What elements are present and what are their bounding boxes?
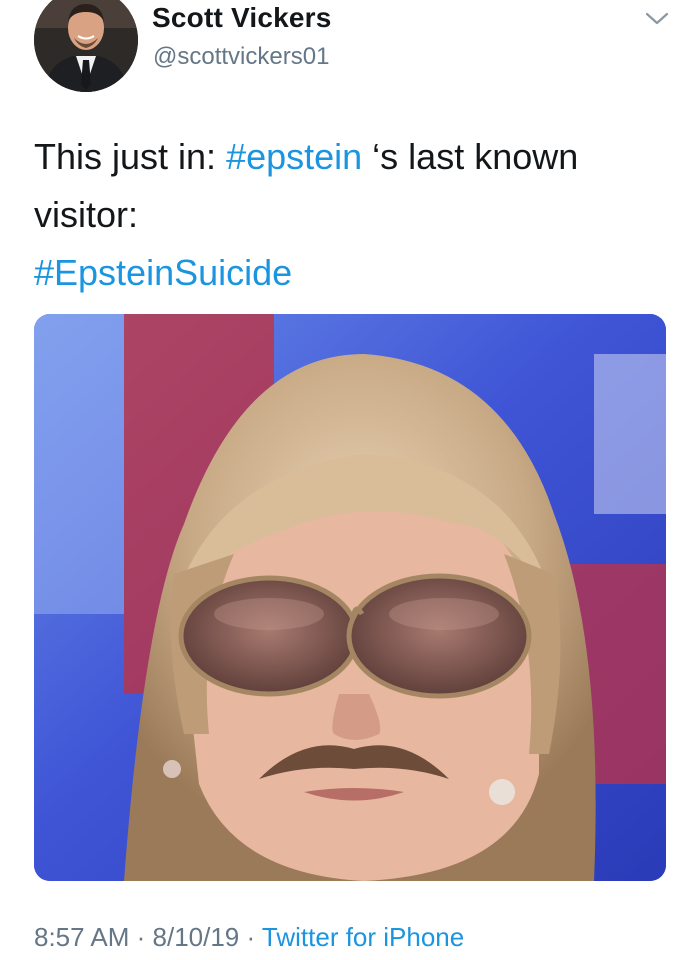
tweet-metadata: 8:57 AM · 8/10/19 · Twitter for iPhone xyxy=(34,922,464,953)
tweet-text: This just in: #epstein ‘s last known vis… xyxy=(34,128,664,302)
meta-separator: · xyxy=(129,922,153,952)
photo-image xyxy=(34,314,666,881)
tweet-media-photo[interactable] xyxy=(34,314,666,881)
tweet-card: Scott Vickers @scottvickers01 This just … xyxy=(0,0,700,960)
display-name[interactable]: Scott Vickers xyxy=(152,2,332,34)
hashtag-link-epstein[interactable]: #epstein xyxy=(226,136,362,177)
meta-separator: · xyxy=(239,922,262,952)
user-handle[interactable]: @scottvickers01 xyxy=(153,43,329,71)
tweet-source-link[interactable]: Twitter for iPhone xyxy=(262,922,464,952)
tweet-date[interactable]: 8/10/19 xyxy=(153,922,240,952)
avatar-photo xyxy=(34,0,138,92)
tweet-text-intro: This just in: xyxy=(34,136,227,177)
hashtag-link-epstein-suicide[interactable]: #EpsteinSuicide xyxy=(34,252,292,293)
tweet-time[interactable]: 8:57 AM xyxy=(34,922,129,952)
avatar[interactable] xyxy=(34,0,138,92)
chevron-down-icon[interactable] xyxy=(644,8,670,28)
